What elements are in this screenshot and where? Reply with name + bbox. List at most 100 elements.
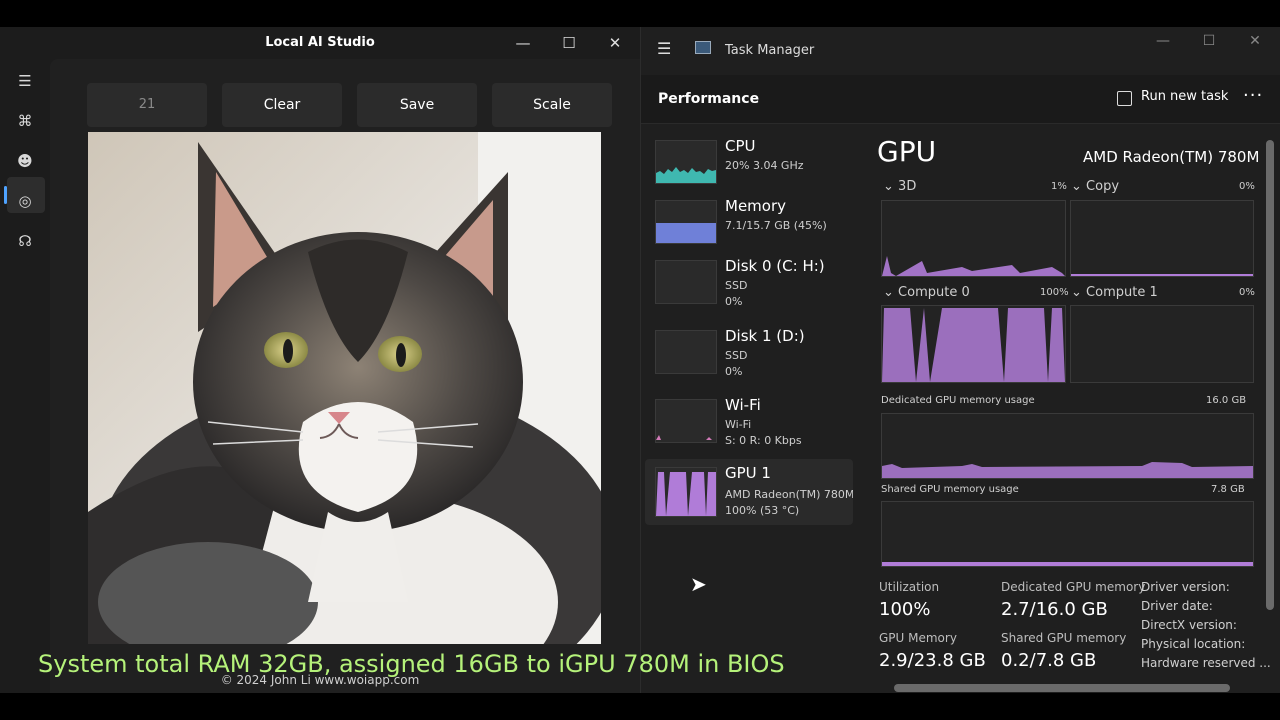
device-detail: 20% 3.04 GHz (725, 159, 804, 172)
engine-value: 100% (1040, 287, 1069, 298)
engine-value: 1% (1051, 181, 1067, 192)
hamburger-icon[interactable]: ☰ (657, 39, 671, 58)
local-ai-studio-window: Local AI Studio — ☐ ✕ ☰ ⌘ ☻ ◎ ☊ 21 Clear… (0, 27, 641, 693)
device-usage: 0% (725, 295, 743, 308)
engine-3d-dropdown[interactable]: ⌄ 3D (883, 179, 916, 194)
generated-image (88, 132, 601, 644)
gpu-model: AMD Radeon(TM) 780M (1083, 148, 1260, 166)
mouse-cursor-icon: ➤ (690, 572, 707, 596)
hardware-reserved-label: Hardware reserved ... (1141, 656, 1271, 670)
device-name: Memory (725, 197, 787, 215)
save-button[interactable]: Save (357, 83, 477, 127)
graph-dedicated-memory (881, 413, 1254, 479)
close-button[interactable]: ✕ (592, 27, 638, 59)
command-icon[interactable]: ⌘ (12, 108, 38, 134)
engine-label: Compute 1 (1086, 285, 1158, 300)
dedicated-memory-stat-label: Dedicated GPU memory (1001, 580, 1146, 594)
engine-value: 0% (1239, 181, 1255, 192)
seed-input[interactable]: 21 (87, 83, 207, 127)
run-task-icon (1117, 91, 1132, 106)
directx-version-label: DirectX version: (1141, 618, 1237, 632)
cat-illustration (88, 132, 601, 644)
vertical-scrollbar[interactable] (1266, 140, 1274, 610)
shared-memory-stat-value: 0.2/7.8 GB (1001, 650, 1097, 671)
utilization-label: Utilization (879, 580, 940, 594)
driver-date-label: Driver date: (1141, 599, 1213, 613)
hamburger-icon[interactable]: ☰ (12, 68, 38, 94)
engine-label: Copy (1086, 179, 1120, 194)
gpu-memory-value: 2.9/23.8 GB (879, 650, 986, 671)
engine-value: 0% (1239, 287, 1255, 298)
wifi-thumbnail (655, 399, 717, 443)
graph-shared-memory (881, 501, 1254, 567)
nav-rail: ☰ ⌘ ☻ ◎ ☊ (0, 59, 48, 693)
gpu-thumbnail (655, 467, 717, 517)
performance-header: Performance Run new task ··· (641, 75, 1280, 124)
minimize-button[interactable]: — (500, 27, 546, 59)
minimize-button[interactable]: — (1140, 33, 1186, 63)
device-detail: AMD Radeon(TM) 780M (725, 488, 853, 501)
chevron-down-icon: ⌄ (883, 285, 894, 300)
memory-thumbnail (655, 200, 717, 244)
scale-button[interactable]: Scale (492, 83, 612, 127)
smiley-icon[interactable]: ☻ (12, 148, 38, 174)
device-throughput: S: 0 R: 0 Kbps (725, 434, 802, 447)
device-gpu-1[interactable]: GPU 1 AMD Radeon(TM) 780M 100% (53 °C) (645, 459, 853, 525)
graph-copy (1070, 200, 1254, 277)
run-new-task-button[interactable]: Run new task (1141, 89, 1228, 104)
maximize-button[interactable]: ☐ (1186, 33, 1232, 63)
engine-compute-0-dropdown[interactable]: ⌄ Compute 0 (883, 285, 970, 300)
cpu-thumbnail (655, 140, 717, 184)
chevron-down-icon: ⌄ (1071, 285, 1082, 300)
device-detail: Wi-Fi (725, 418, 752, 431)
disk1-thumbnail (655, 330, 717, 374)
video-caption: System total RAM 32GB, assigned 16GB to … (38, 650, 785, 678)
shared-memory-stat-label: Shared GPU memory (1001, 631, 1127, 645)
engine-label: 3D (898, 179, 917, 194)
chevron-down-icon: ⌄ (883, 179, 894, 194)
gpu-heading: GPU (877, 135, 937, 168)
device-name: CPU (725, 137, 756, 155)
shared-memory-max: 7.8 GB (1211, 484, 1245, 495)
physical-location-label: Physical location: (1141, 637, 1246, 651)
device-disk-0[interactable]: Disk 0 (C: H:) SSD 0% (645, 252, 853, 318)
horizontal-scrollbar[interactable] (894, 684, 1230, 692)
clear-button[interactable]: Clear (222, 83, 342, 127)
driver-version-label: Driver version: (1141, 580, 1230, 594)
device-name: Disk 0 (C: H:) (725, 257, 825, 275)
shared-memory-label: Shared GPU memory usage (881, 484, 1019, 495)
task-manager-titlebar: ☰ Task Manager — ☐ ✕ (641, 27, 1280, 75)
close-button[interactable]: ✕ (1232, 33, 1278, 63)
dedicated-memory-stat-value: 2.7/16.0 GB (1001, 599, 1108, 620)
more-options-icon[interactable]: ··· (1243, 85, 1263, 106)
device-detail: 7.1/15.7 GB (45%) (725, 219, 827, 232)
device-detail: SSD (725, 279, 748, 292)
chat-icon[interactable]: ◎ (12, 188, 38, 214)
voice-icon[interactable]: ☊ (12, 228, 38, 254)
device-detail: SSD (725, 349, 748, 362)
device-memory[interactable]: Memory 7.1/15.7 GB (45%) (645, 192, 853, 258)
device-name: Disk 1 (D:) (725, 327, 805, 345)
task-manager-window: ☰ Task Manager — ☐ ✕ Performance Run new… (641, 27, 1280, 693)
rail-active-indicator (4, 186, 7, 204)
graph-compute-0 (881, 305, 1066, 383)
device-usage: 100% (53 °C) (725, 504, 800, 517)
device-cpu[interactable]: CPU 20% 3.04 GHz (645, 132, 853, 198)
device-usage: 0% (725, 365, 743, 378)
task-manager-app-icon (695, 41, 711, 54)
device-name: Wi-Fi (725, 396, 761, 414)
device-wifi[interactable]: Wi-Fi Wi-Fi S: 0 R: 0 Kbps (645, 391, 853, 457)
dedicated-memory-max: 16.0 GB (1206, 395, 1247, 406)
disk0-thumbnail (655, 260, 717, 304)
maximize-button[interactable]: ☐ (546, 27, 592, 59)
engine-label: Compute 0 (898, 285, 970, 300)
graph-3d (881, 200, 1066, 277)
engine-compute-1-dropdown[interactable]: ⌄ Compute 1 (1071, 285, 1158, 300)
utilization-value: 100% (879, 599, 931, 620)
device-disk-1[interactable]: Disk 1 (D:) SSD 0% (645, 322, 853, 388)
device-name: GPU 1 (725, 464, 771, 482)
gpu-memory-label: GPU Memory (879, 631, 957, 645)
engine-copy-dropdown[interactable]: ⌄ Copy (1071, 179, 1119, 194)
chevron-down-icon: ⌄ (1071, 179, 1082, 194)
graph-compute-1 (1070, 305, 1254, 383)
